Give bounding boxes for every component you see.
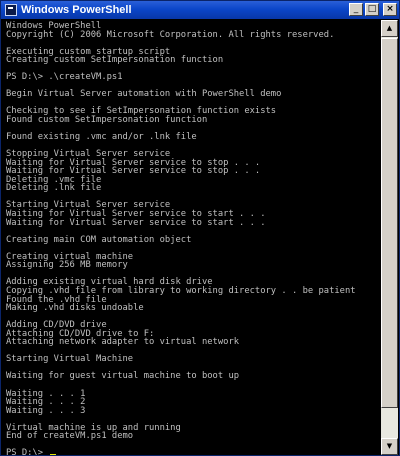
- console-line: Waiting . . . 3: [6, 405, 86, 416]
- console-lines: Windows PowerShell Copyright (C) 2006 Mic…: [2, 20, 380, 455]
- console-line: PS D:\> .\createVM.ps1: [6, 72, 123, 83]
- console-line: Starting Virtual Machine: [6, 354, 134, 365]
- scroll-thumb[interactable]: [381, 38, 398, 408]
- console-line: Creating main COM automation object: [6, 234, 192, 245]
- powershell-icon[interactable]: [5, 4, 17, 16]
- console-line: Making .vhd disks undoable: [6, 303, 144, 314]
- console-line: Waiting for Virtual Server service to st…: [6, 217, 266, 228]
- window-controls: _ □ ×: [349, 3, 397, 16]
- console-line: Begin Virtual Server automation with Pow…: [6, 89, 282, 100]
- console-line: Waiting for guest virtual machine to boo…: [6, 371, 240, 382]
- close-button[interactable]: ×: [383, 3, 397, 16]
- console-line: Found existing .vmc and/or .lnk file: [6, 132, 197, 143]
- scroll-down-button[interactable]: ▼: [381, 438, 398, 455]
- minimize-button[interactable]: _: [349, 3, 363, 16]
- maximize-button[interactable]: □: [365, 3, 379, 16]
- window-title: Windows PowerShell: [21, 4, 132, 16]
- vertical-scrollbar[interactable]: ▲ ▼: [381, 20, 398, 455]
- console-line: Attaching network adapter to virtual net…: [6, 337, 240, 348]
- console-line: End of createVM.ps1 demo: [6, 431, 134, 442]
- console-line: Assigning 256 MB memory: [6, 260, 128, 271]
- console-output[interactable]: Windows PowerShell Copyright (C) 2006 Mic…: [2, 20, 380, 455]
- powershell-window: Windows PowerShell _ □ × Windows PowerSh…: [0, 0, 400, 456]
- console-line: Found custom SetImpersonation function: [6, 115, 208, 126]
- title-bar[interactable]: Windows PowerShell _ □ ×: [1, 1, 399, 19]
- console-prompt-line[interactable]: PS D:\>: [6, 449, 380, 455]
- text-cursor: [50, 454, 57, 455]
- console-line: Copyright (C) 2006 Microsoft Corporation…: [6, 29, 335, 40]
- scroll-up-button[interactable]: ▲: [381, 20, 398, 37]
- console-line: Creating custom SetImpersonation functio…: [6, 55, 224, 66]
- console-line: Deleting .lnk file: [6, 183, 102, 194]
- console-prompt: PS D:\>: [6, 448, 44, 455]
